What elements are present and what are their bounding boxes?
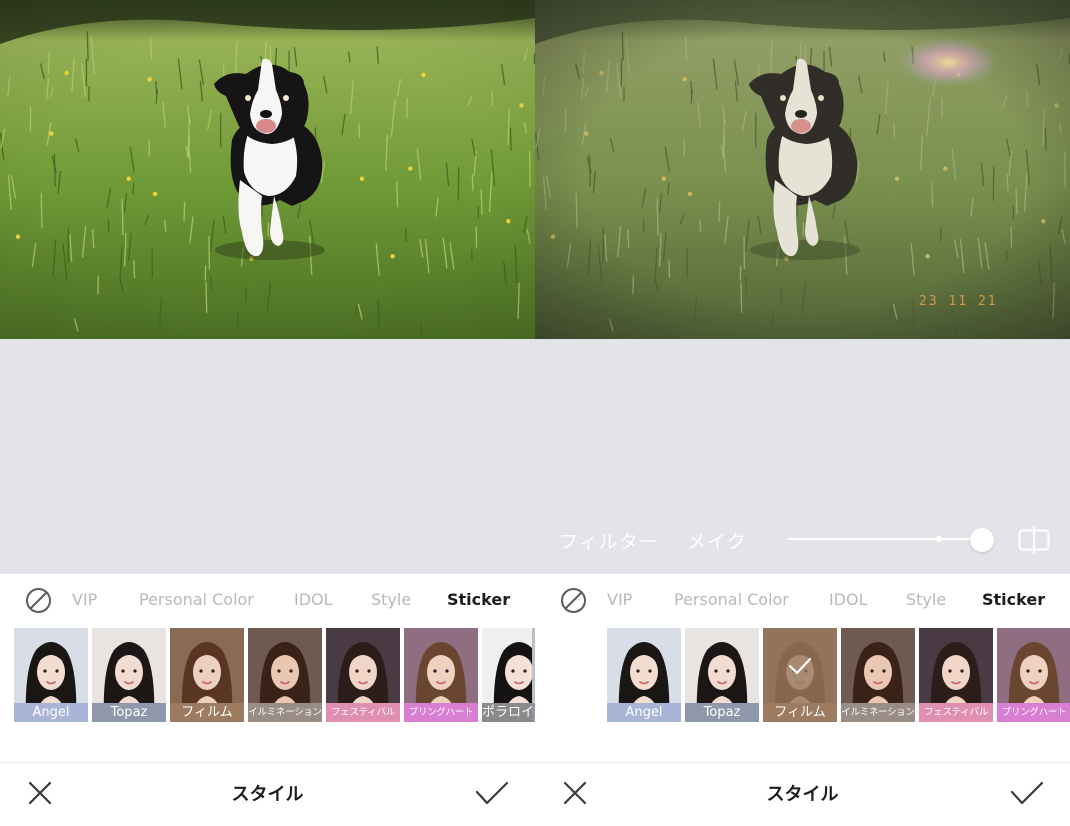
style-thumbnail[interactable]: フェスティバル xyxy=(919,628,993,722)
bottom-bar: スタイル xyxy=(535,762,1070,826)
none-circle-slash-icon[interactable] xyxy=(560,587,587,614)
slider-default-marker xyxy=(936,536,942,542)
intensity-slider-handle[interactable] xyxy=(969,528,994,552)
date-stamp: 23 11 21 xyxy=(919,294,998,309)
category-tab-idol[interactable]: IDOL xyxy=(829,590,868,609)
tab-make[interactable]: メイク xyxy=(687,527,747,554)
category-tab-personal-color[interactable]: Personal Color xyxy=(139,590,254,609)
style-thumbnail-strip: Angel Topaz フィルム イルミネーション フェスティバル ブリングハー… xyxy=(535,628,1070,724)
category-tab-vip[interactable]: VIP xyxy=(607,590,632,609)
intensity-slider-track[interactable] xyxy=(788,538,978,540)
category-tabs: VIP Personal Color IDOL Style Sticker xyxy=(535,574,1070,626)
canvas-background xyxy=(0,339,535,574)
thumbnail-label: フェスティバル xyxy=(919,703,993,722)
editor-panel-after: 23 11 21 フィルター メイク VIP Personal Color IDOL… xyxy=(535,0,1070,826)
thumbnail-label: ブリングハート xyxy=(997,703,1070,722)
category-tab-style[interactable]: Style xyxy=(906,590,946,609)
thumbnail-label: Topaz xyxy=(92,703,166,722)
style-thumbnail[interactable]: Topaz xyxy=(685,628,759,722)
bottom-bar: スタイル xyxy=(0,762,535,826)
thumbnail-label: フェスティバル xyxy=(326,703,400,722)
photo-preview xyxy=(0,0,535,339)
style-thumbnail[interactable]: イルミネーション xyxy=(841,628,915,722)
style-thumbnail[interactable]: ポラロイド xyxy=(482,628,532,722)
thumbnail-label: フィルム xyxy=(170,703,244,722)
style-thumbnail[interactable]: イルミネーション xyxy=(248,628,322,722)
style-thumbnail[interactable]: Angel xyxy=(607,628,681,722)
category-tab-idol[interactable]: IDOL xyxy=(294,590,333,609)
tab-filter[interactable]: フィルター xyxy=(559,527,659,554)
style-thumbnail[interactable]: ブリングハート xyxy=(997,628,1070,722)
none-circle-slash-icon[interactable] xyxy=(25,587,52,614)
style-thumbnail[interactable]: フィルム xyxy=(170,628,244,722)
checkmark-icon[interactable] xyxy=(1010,780,1044,806)
checkmark-icon[interactable] xyxy=(475,780,509,806)
thumbnail-label: Angel xyxy=(14,703,88,722)
style-thumbnail-strip: Angel Topaz フィルム イルミネーション フェスティバル ブリングハー… xyxy=(0,628,535,724)
thumbnail-label: ポラロイド xyxy=(482,703,532,722)
style-thumbnail[interactable]: ブリングハート xyxy=(404,628,478,722)
style-thumbnail[interactable]: フィルム xyxy=(763,628,837,722)
style-thumbnail[interactable]: フェスティバル xyxy=(326,628,400,722)
category-tabs: VIP Personal Color IDOL Style Sticker xyxy=(0,574,535,626)
category-tab-sticker[interactable]: Sticker xyxy=(982,590,1045,609)
selected-checkmark-icon xyxy=(788,657,812,675)
category-tab-style[interactable]: Style xyxy=(371,590,411,609)
thumbnail-label: Topaz xyxy=(685,703,759,722)
style-thumbnail[interactable]: Topaz xyxy=(92,628,166,722)
editor-panel-before: VIP Personal Color IDOL Style Sticker Angel … xyxy=(0,0,535,826)
category-tab-vip[interactable]: VIP xyxy=(72,590,97,609)
screen-title: スタイル xyxy=(231,784,304,805)
thumbnail-label: フィルム xyxy=(763,703,837,722)
comparison-screen: VIP Personal Color IDOL Style Sticker Angel … xyxy=(0,0,1070,826)
photo-preview: 23 11 21 xyxy=(535,0,1070,339)
thumbnail-label: イルミネーション xyxy=(248,703,322,722)
compare-split-icon[interactable] xyxy=(1018,527,1050,553)
category-tab-sticker[interactable]: Sticker xyxy=(447,590,510,609)
thumbnail-label: Angel xyxy=(607,703,681,722)
category-tab-personal-color[interactable]: Personal Color xyxy=(674,590,789,609)
thumbnail-label: ブリングハート xyxy=(404,703,478,722)
style-thumbnail[interactable]: Angel xyxy=(14,628,88,722)
thumbnail-label: イルミネーション xyxy=(841,703,915,722)
screen-title: スタイル xyxy=(766,784,839,805)
